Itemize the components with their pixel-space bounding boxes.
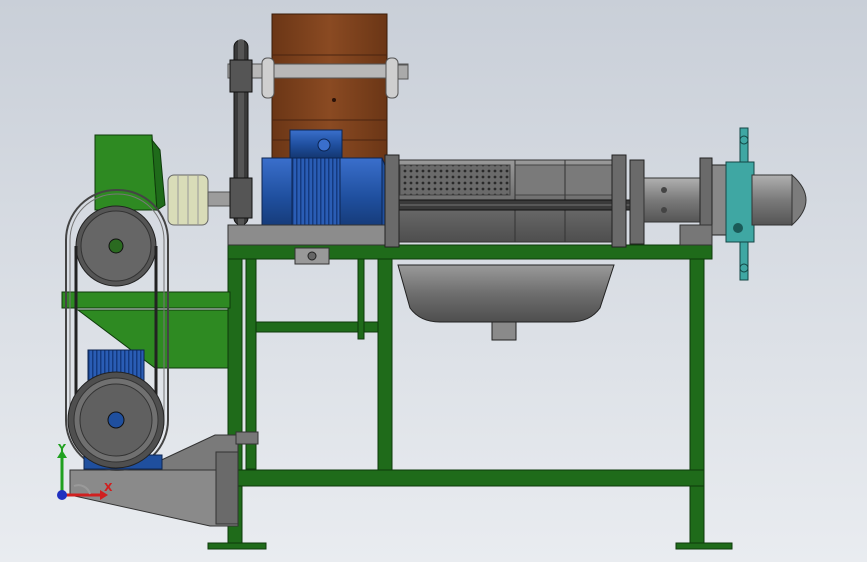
outlet-bracket: [679, 224, 713, 246]
z-axis-dot: [57, 490, 67, 500]
motor-mount-plate: [227, 224, 397, 246]
x-axis-label: X: [104, 481, 113, 494]
outlet-end-cap: [751, 173, 807, 227]
press-barrel: [384, 154, 646, 248]
model-canvas[interactable]: X Y: [0, 0, 867, 562]
y-axis-label: Y: [57, 442, 67, 455]
cad-viewport[interactable]: X Y: [0, 0, 867, 562]
lower-pulley: [67, 371, 165, 469]
upper-pulley: [75, 205, 157, 287]
